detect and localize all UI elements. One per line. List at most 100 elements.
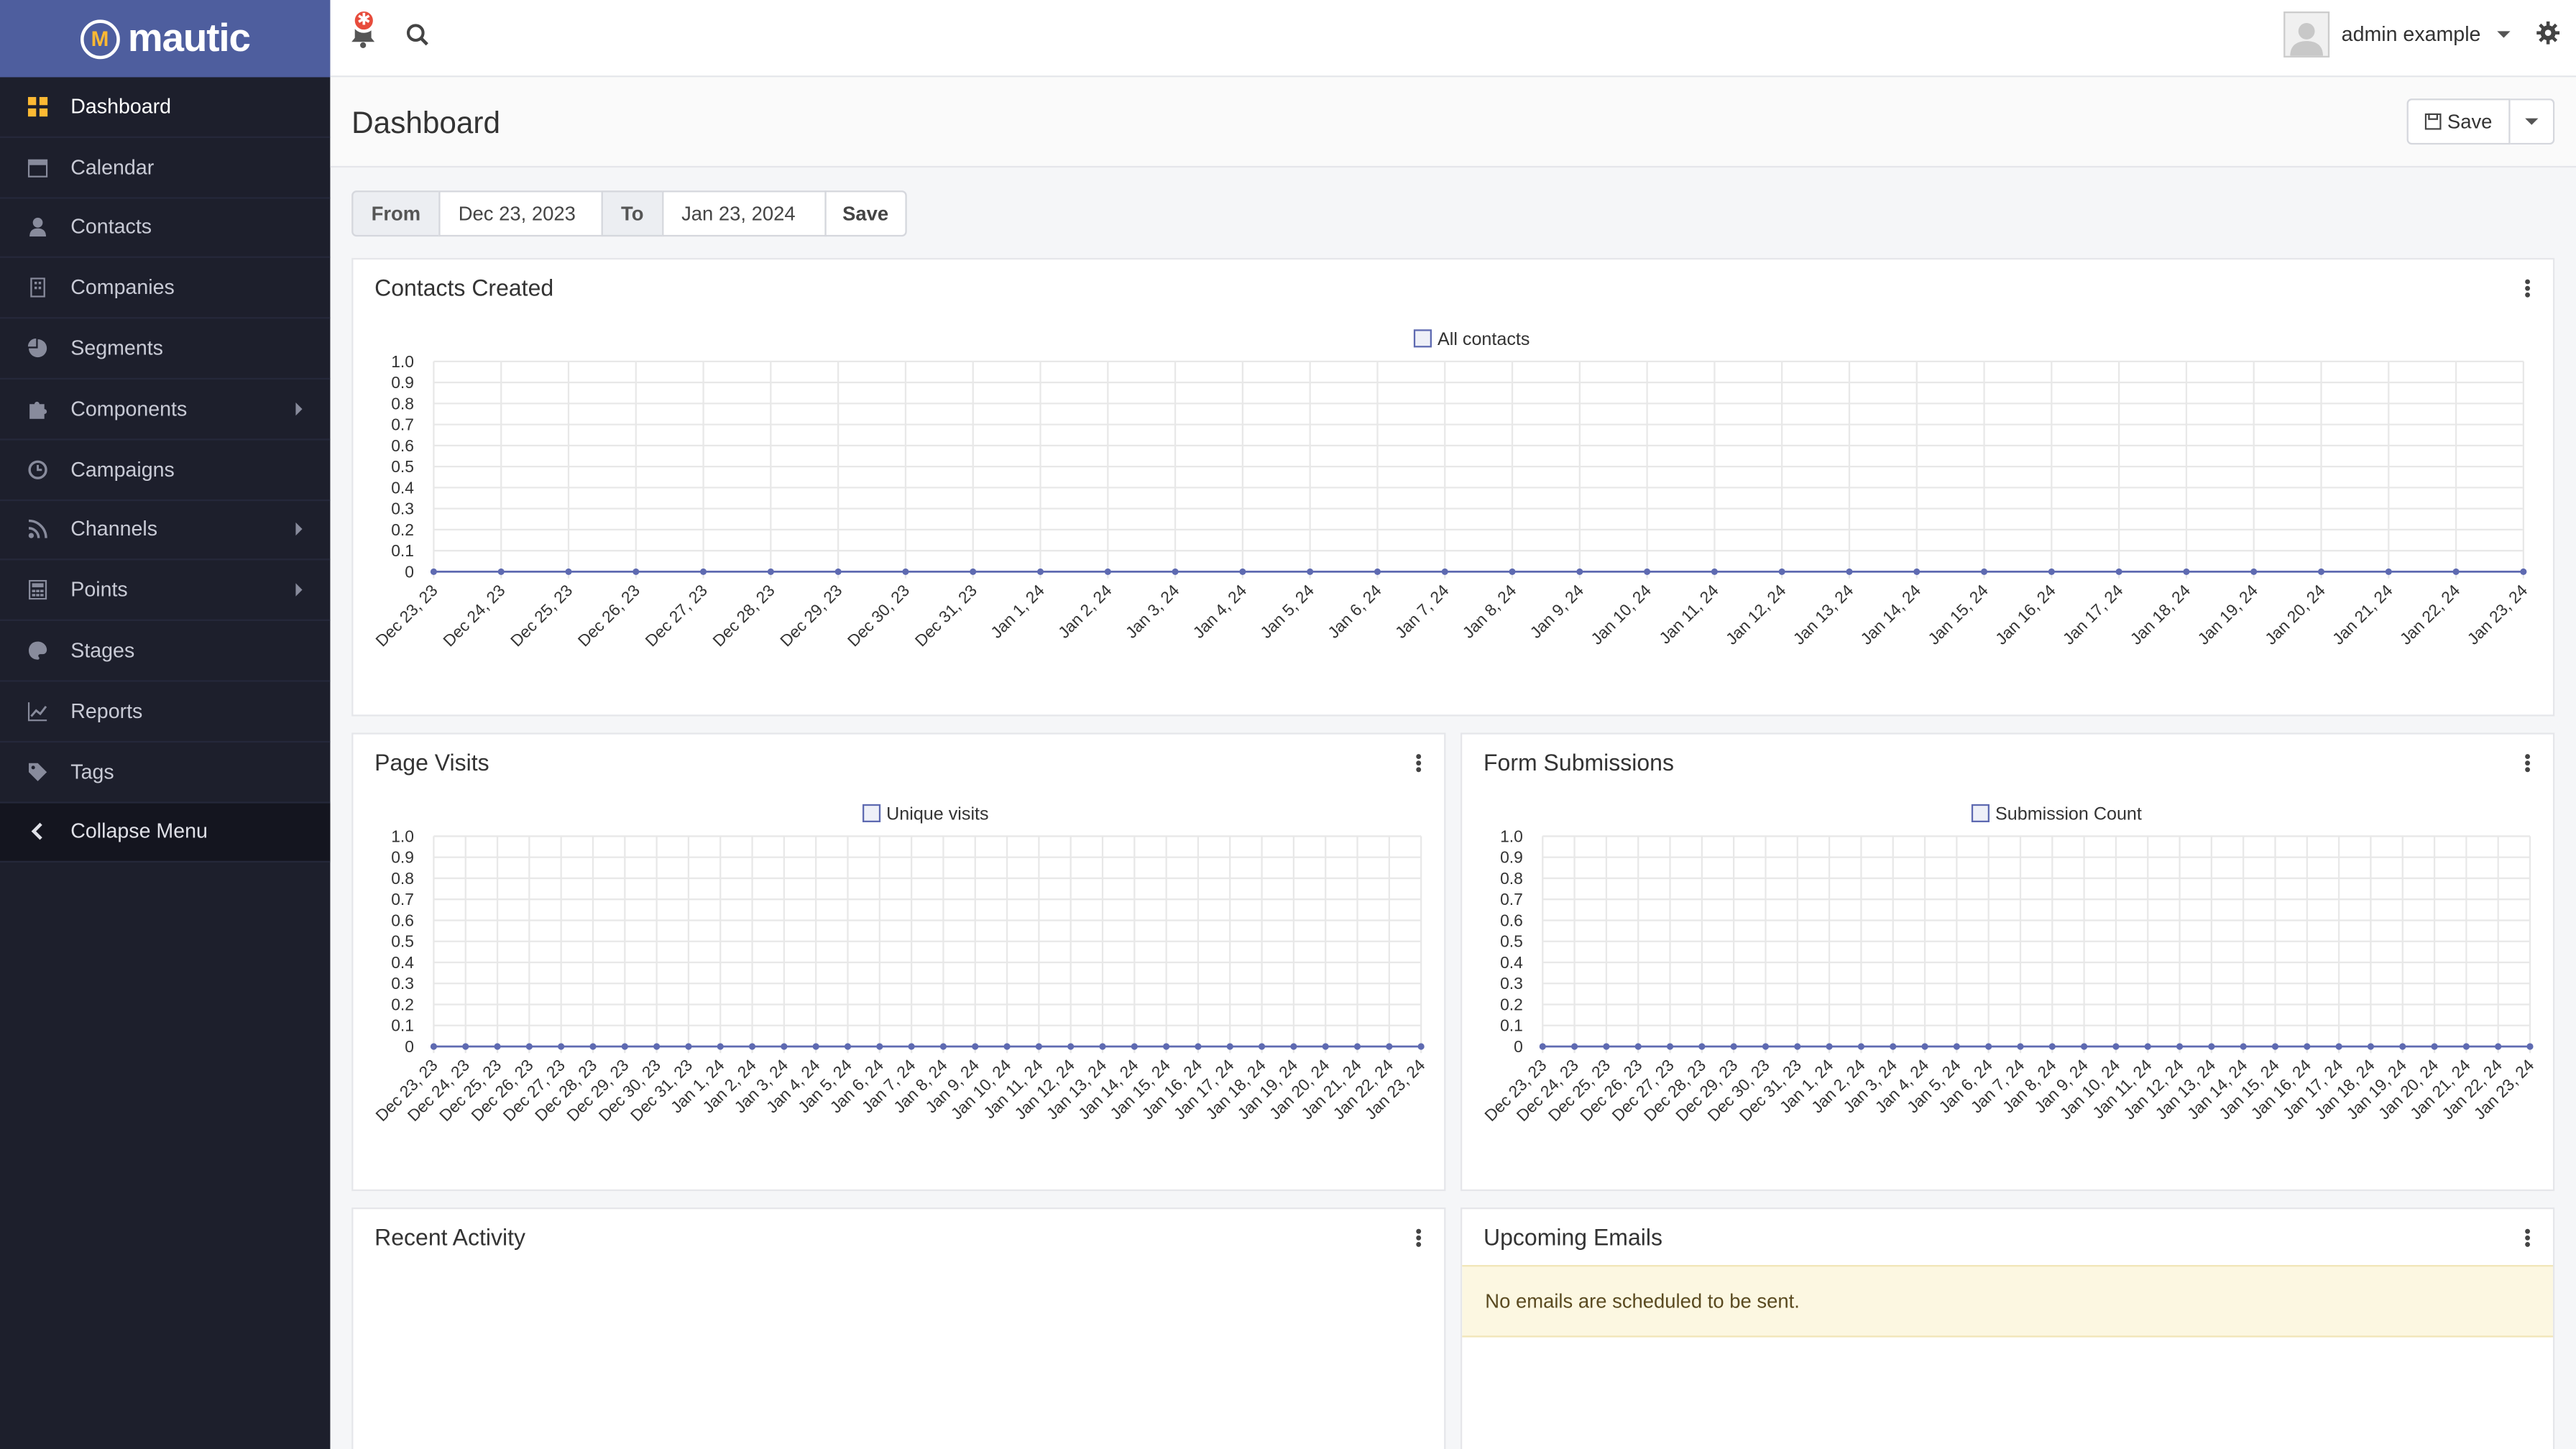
sidebar-item-tags[interactable]: Tags xyxy=(0,742,331,803)
kebab-menu-icon[interactable] xyxy=(1416,1228,1422,1247)
data-point[interactable] xyxy=(1985,1043,1992,1050)
data-point[interactable] xyxy=(1953,1043,1960,1050)
data-point[interactable] xyxy=(1794,1043,1801,1050)
legend-swatch[interactable] xyxy=(1413,329,1432,348)
to-date-input[interactable]: Jan 23, 2024 xyxy=(661,190,827,237)
data-point[interactable] xyxy=(1353,1043,1361,1050)
data-point[interactable] xyxy=(1099,1043,1106,1050)
data-point[interactable] xyxy=(1603,1043,1610,1050)
data-point[interactable] xyxy=(902,568,909,576)
data-point[interactable] xyxy=(1036,568,1044,576)
data-point[interactable] xyxy=(1104,568,1111,576)
data-point[interactable] xyxy=(2462,1043,2470,1050)
kebab-menu-icon[interactable] xyxy=(2525,754,2531,773)
data-point[interactable] xyxy=(2495,1043,2502,1050)
data-point[interactable] xyxy=(1290,1043,1297,1050)
data-point[interactable] xyxy=(1172,568,1179,576)
data-point[interactable] xyxy=(1698,1043,1706,1050)
sidebar-item-dashboard[interactable]: Dashboard xyxy=(0,77,331,138)
from-date-input[interactable]: Dec 23, 2023 xyxy=(438,190,603,237)
data-point[interactable] xyxy=(558,1043,565,1050)
data-point[interactable] xyxy=(834,568,842,576)
data-point[interactable] xyxy=(2115,568,2122,576)
data-point[interactable] xyxy=(2048,1043,2056,1050)
data-point[interactable] xyxy=(1003,1043,1011,1050)
data-point[interactable] xyxy=(812,1043,819,1050)
data-point[interactable] xyxy=(972,1043,979,1050)
data-point[interactable] xyxy=(2017,1043,2024,1050)
data-point[interactable] xyxy=(2385,568,2392,576)
data-point[interactable] xyxy=(970,568,977,576)
data-point[interactable] xyxy=(1131,1043,1138,1050)
data-point[interactable] xyxy=(1239,568,1246,576)
data-point[interactable] xyxy=(565,568,572,576)
data-point[interactable] xyxy=(1571,1043,1578,1050)
data-point[interactable] xyxy=(1417,1043,1425,1050)
sidebar-item-stages[interactable]: Stages xyxy=(0,621,331,682)
sidebar-item-campaigns[interactable]: Campaigns xyxy=(0,440,331,501)
sidebar-item-contacts[interactable]: Contacts xyxy=(0,198,331,259)
kebab-menu-icon[interactable] xyxy=(2525,279,2531,298)
data-point[interactable] xyxy=(1509,568,1516,576)
sidebar-item-points[interactable]: Points xyxy=(0,561,331,622)
data-point[interactable] xyxy=(2452,568,2460,576)
data-point[interactable] xyxy=(748,1043,756,1050)
gear-icon[interactable] xyxy=(2536,21,2560,45)
data-point[interactable] xyxy=(2208,1043,2215,1050)
save-dropdown-toggle[interactable] xyxy=(2510,98,2555,145)
data-point[interactable] xyxy=(1913,568,1920,576)
kebab-menu-icon[interactable] xyxy=(1416,754,1422,773)
data-point[interactable] xyxy=(2176,1043,2184,1050)
data-point[interactable] xyxy=(1441,568,1448,576)
save-button[interactable]: Save xyxy=(2406,98,2511,145)
data-point[interactable] xyxy=(2367,1043,2375,1050)
data-point[interactable] xyxy=(939,1043,947,1050)
data-point[interactable] xyxy=(1322,1043,1329,1050)
sidebar-item-calendar[interactable]: Calendar xyxy=(0,138,331,198)
data-point[interactable] xyxy=(1980,568,1988,576)
data-point[interactable] xyxy=(1539,1043,1546,1050)
data-point[interactable] xyxy=(717,1043,724,1050)
data-point[interactable] xyxy=(2112,1043,2120,1050)
data-point[interactable] xyxy=(1307,568,1314,576)
filter-save-button[interactable]: Save xyxy=(824,190,907,237)
data-point[interactable] xyxy=(1644,568,1651,576)
data-point[interactable] xyxy=(494,1043,501,1050)
data-point[interactable] xyxy=(1857,1043,1864,1050)
data-point[interactable] xyxy=(1730,1043,1737,1050)
data-point[interactable] xyxy=(2520,568,2527,576)
data-point[interactable] xyxy=(2335,1043,2342,1050)
data-point[interactable] xyxy=(2526,1043,2534,1050)
kebab-menu-icon[interactable] xyxy=(2525,1228,2531,1247)
data-point[interactable] xyxy=(621,1043,628,1050)
data-point[interactable] xyxy=(844,1043,852,1050)
user-menu[interactable]: admin example xyxy=(2283,12,2511,58)
legend-swatch[interactable] xyxy=(1971,804,1990,823)
data-point[interactable] xyxy=(908,1043,915,1050)
sidebar-item-segments[interactable]: Segments xyxy=(0,319,331,380)
data-point[interactable] xyxy=(685,1043,692,1050)
data-point[interactable] xyxy=(430,1043,437,1050)
data-point[interactable] xyxy=(2144,1043,2151,1050)
data-point[interactable] xyxy=(2399,1043,2406,1050)
data-point[interactable] xyxy=(632,568,640,576)
data-point[interactable] xyxy=(653,1043,661,1050)
data-point[interactable] xyxy=(1826,1043,1833,1050)
data-point[interactable] xyxy=(1226,1043,1233,1050)
sidebar-item-components[interactable]: Components xyxy=(0,380,331,441)
data-point[interactable] xyxy=(1921,1043,1928,1050)
data-point[interactable] xyxy=(1634,1043,1642,1050)
data-point[interactable] xyxy=(1666,1043,1674,1050)
data-point[interactable] xyxy=(589,1043,597,1050)
data-point[interactable] xyxy=(497,568,505,576)
sidebar-item-channels[interactable]: Channels xyxy=(0,500,331,561)
sidebar-item-companies[interactable]: Companies xyxy=(0,259,331,319)
data-point[interactable] xyxy=(2240,1043,2247,1050)
data-point[interactable] xyxy=(767,568,774,576)
data-point[interactable] xyxy=(876,1043,883,1050)
data-point[interactable] xyxy=(2304,1043,2311,1050)
data-point[interactable] xyxy=(430,568,437,576)
data-point[interactable] xyxy=(1386,1043,1393,1050)
data-point[interactable] xyxy=(1035,1043,1042,1050)
data-point[interactable] xyxy=(2183,568,2190,576)
